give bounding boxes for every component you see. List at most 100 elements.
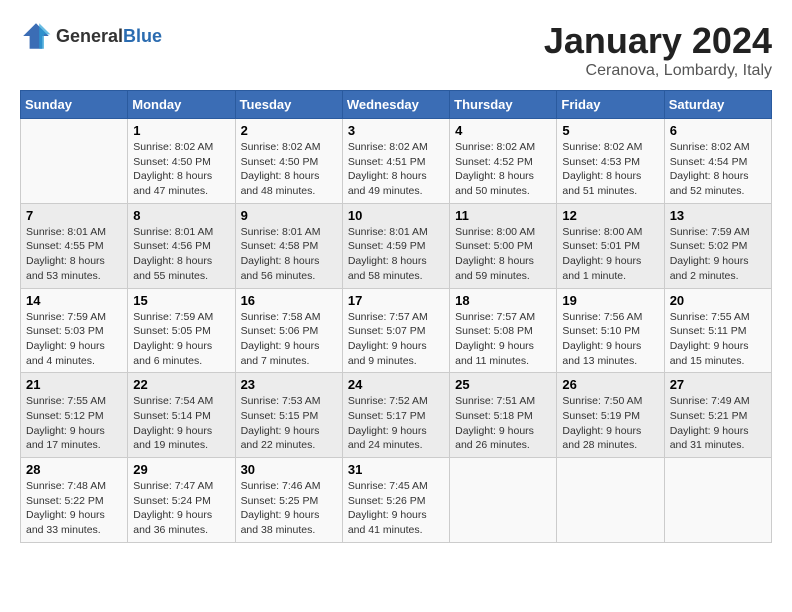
page-header: GeneralBlue January 2024 Ceranova, Lomba… xyxy=(20,20,772,80)
day-info: Sunrise: 7:54 AMSunset: 5:14 PMDaylight:… xyxy=(133,394,229,453)
day-number: 29 xyxy=(133,462,229,477)
day-info: Sunrise: 7:59 AMSunset: 5:02 PMDaylight:… xyxy=(670,225,766,284)
calendar-table: SundayMondayTuesdayWednesdayThursdayFrid… xyxy=(20,90,772,543)
day-number: 13 xyxy=(670,208,766,223)
day-number: 30 xyxy=(241,462,337,477)
day-number: 16 xyxy=(241,293,337,308)
day-number: 8 xyxy=(133,208,229,223)
day-number: 23 xyxy=(241,377,337,392)
weekday-header-wednesday: Wednesday xyxy=(342,91,449,119)
day-number: 18 xyxy=(455,293,551,308)
day-number: 10 xyxy=(348,208,444,223)
day-number: 4 xyxy=(455,123,551,138)
calendar-cell: 30 Sunrise: 7:46 AMSunset: 5:25 PMDayligh… xyxy=(235,458,342,543)
week-row-3: 14 Sunrise: 7:59 AMSunset: 5:03 PMDayligh… xyxy=(21,288,772,373)
calendar-cell: 31Sunrise: 7:45 AMSunset: 5:26 PMDayligh… xyxy=(342,458,449,543)
calendar-cell: 4 Sunrise: 8:02 AMSunset: 4:52 PMDaylight… xyxy=(450,119,557,204)
day-info: Sunrise: 8:02 AMSunset: 4:54 PMDaylight:… xyxy=(670,140,766,199)
calendar-header: SundayMondayTuesdayWednesdayThursdayFrid… xyxy=(21,91,772,119)
day-info: Sunrise: 8:01 AMSunset: 4:55 PMDaylight:… xyxy=(26,225,122,284)
week-row-1: 1 Sunrise: 8:02 AMSunset: 4:50 PMDaylight… xyxy=(21,119,772,204)
day-info: Sunrise: 8:00 AMSunset: 5:01 PMDaylight:… xyxy=(562,225,658,284)
day-number: 1 xyxy=(133,123,229,138)
calendar-cell: 21 Sunrise: 7:55 AMSunset: 5:12 PMDayligh… xyxy=(21,373,128,458)
day-info: Sunrise: 7:51 AMSunset: 5:18 PMDaylight:… xyxy=(455,394,551,453)
week-row-4: 21 Sunrise: 7:55 AMSunset: 5:12 PMDayligh… xyxy=(21,373,772,458)
day-number: 7 xyxy=(26,208,122,223)
calendar-cell xyxy=(21,119,128,204)
calendar-cell: 8 Sunrise: 8:01 AMSunset: 4:56 PMDaylight… xyxy=(128,203,235,288)
calendar-cell xyxy=(450,458,557,543)
calendar-cell: 6 Sunrise: 8:02 AMSunset: 4:54 PMDaylight… xyxy=(664,119,771,204)
week-row-5: 28 Sunrise: 7:48 AMSunset: 5:22 PMDayligh… xyxy=(21,458,772,543)
day-info: Sunrise: 7:56 AMSunset: 5:10 PMDaylight:… xyxy=(562,310,658,369)
calendar-cell: 22Sunrise: 7:54 AMSunset: 5:14 PMDayligh… xyxy=(128,373,235,458)
weekday-header-friday: Friday xyxy=(557,91,664,119)
week-row-2: 7 Sunrise: 8:01 AMSunset: 4:55 PMDaylight… xyxy=(21,203,772,288)
day-number: 28 xyxy=(26,462,122,477)
calendar-body: 1 Sunrise: 8:02 AMSunset: 4:50 PMDaylight… xyxy=(21,119,772,543)
day-number: 24 xyxy=(348,377,444,392)
calendar-cell: 5Sunrise: 8:02 AMSunset: 4:53 PMDaylight… xyxy=(557,119,664,204)
weekday-header-thursday: Thursday xyxy=(450,91,557,119)
calendar-cell: 26 Sunrise: 7:50 AMSunset: 5:19 PMDayligh… xyxy=(557,373,664,458)
day-info: Sunrise: 7:55 AMSunset: 5:11 PMDaylight:… xyxy=(670,310,766,369)
calendar-cell: 24Sunrise: 7:52 AMSunset: 5:17 PMDayligh… xyxy=(342,373,449,458)
day-info: Sunrise: 7:57 AMSunset: 5:08 PMDaylight:… xyxy=(455,310,551,369)
day-info: Sunrise: 8:02 AMSunset: 4:50 PMDaylight:… xyxy=(241,140,337,199)
day-info: Sunrise: 7:50 AMSunset: 5:19 PMDaylight:… xyxy=(562,394,658,453)
day-number: 14 xyxy=(26,293,122,308)
calendar-cell: 18 Sunrise: 7:57 AMSunset: 5:08 PMDayligh… xyxy=(450,288,557,373)
day-info: Sunrise: 7:49 AMSunset: 5:21 PMDaylight:… xyxy=(670,394,766,453)
calendar-cell: 17Sunrise: 7:57 AMSunset: 5:07 PMDayligh… xyxy=(342,288,449,373)
month-title: January 2024 xyxy=(544,20,772,62)
day-info: Sunrise: 8:02 AMSunset: 4:51 PMDaylight:… xyxy=(348,140,444,199)
calendar-cell: 13 Sunrise: 7:59 AMSunset: 5:02 PMDayligh… xyxy=(664,203,771,288)
day-number: 21 xyxy=(26,377,122,392)
day-info: Sunrise: 7:53 AMSunset: 5:15 PMDaylight:… xyxy=(241,394,337,453)
calendar-cell: 2 Sunrise: 8:02 AMSunset: 4:50 PMDaylight… xyxy=(235,119,342,204)
calendar-cell: 16 Sunrise: 7:58 AMSunset: 5:06 PMDayligh… xyxy=(235,288,342,373)
day-number: 27 xyxy=(670,377,766,392)
weekday-row: SundayMondayTuesdayWednesdayThursdayFrid… xyxy=(21,91,772,119)
calendar-cell: 14 Sunrise: 7:59 AMSunset: 5:03 PMDayligh… xyxy=(21,288,128,373)
calendar-cell: 11Sunrise: 8:00 AMSunset: 5:00 PMDayligh… xyxy=(450,203,557,288)
calendar-cell: 19 Sunrise: 7:56 AMSunset: 5:10 PMDayligh… xyxy=(557,288,664,373)
day-info: Sunrise: 8:01 AMSunset: 4:58 PMDaylight:… xyxy=(241,225,337,284)
day-number: 25 xyxy=(455,377,551,392)
weekday-header-sunday: Sunday xyxy=(21,91,128,119)
day-number: 15 xyxy=(133,293,229,308)
day-info: Sunrise: 7:46 AMSunset: 5:25 PMDaylight:… xyxy=(241,479,337,538)
calendar-cell: 7 Sunrise: 8:01 AMSunset: 4:55 PMDaylight… xyxy=(21,203,128,288)
day-number: 5 xyxy=(562,123,658,138)
day-info: Sunrise: 7:47 AMSunset: 5:24 PMDaylight:… xyxy=(133,479,229,538)
calendar-cell: 25 Sunrise: 7:51 AMSunset: 5:18 PMDayligh… xyxy=(450,373,557,458)
day-number: 26 xyxy=(562,377,658,392)
calendar-cell: 23 Sunrise: 7:53 AMSunset: 5:15 PMDayligh… xyxy=(235,373,342,458)
calendar-cell: 1 Sunrise: 8:02 AMSunset: 4:50 PMDaylight… xyxy=(128,119,235,204)
day-info: Sunrise: 8:02 AMSunset: 4:50 PMDaylight:… xyxy=(133,140,229,199)
day-info: Sunrise: 8:02 AMSunset: 4:52 PMDaylight:… xyxy=(455,140,551,199)
day-number: 20 xyxy=(670,293,766,308)
day-number: 2 xyxy=(241,123,337,138)
day-number: 6 xyxy=(670,123,766,138)
logo-general: General xyxy=(56,26,123,46)
day-number: 11 xyxy=(455,208,551,223)
day-info: Sunrise: 7:59 AMSunset: 5:05 PMDaylight:… xyxy=(133,310,229,369)
day-info: Sunrise: 8:01 AMSunset: 4:56 PMDaylight:… xyxy=(133,225,229,284)
day-number: 12 xyxy=(562,208,658,223)
day-number: 31 xyxy=(348,462,444,477)
calendar-cell: 15 Sunrise: 7:59 AMSunset: 5:05 PMDayligh… xyxy=(128,288,235,373)
day-info: Sunrise: 7:58 AMSunset: 5:06 PMDaylight:… xyxy=(241,310,337,369)
logo-icon xyxy=(20,20,52,52)
day-info: Sunrise: 7:59 AMSunset: 5:03 PMDaylight:… xyxy=(26,310,122,369)
day-number: 9 xyxy=(241,208,337,223)
calendar-cell: 9 Sunrise: 8:01 AMSunset: 4:58 PMDaylight… xyxy=(235,203,342,288)
title-area: January 2024 Ceranova, Lombardy, Italy xyxy=(544,20,772,80)
day-info: Sunrise: 7:55 AMSunset: 5:12 PMDaylight:… xyxy=(26,394,122,453)
location-title: Ceranova, Lombardy, Italy xyxy=(544,62,772,80)
day-number: 19 xyxy=(562,293,658,308)
logo-blue: Blue xyxy=(123,26,162,46)
calendar-cell: 3Sunrise: 8:02 AMSunset: 4:51 PMDaylight… xyxy=(342,119,449,204)
day-info: Sunrise: 7:48 AMSunset: 5:22 PMDaylight:… xyxy=(26,479,122,538)
